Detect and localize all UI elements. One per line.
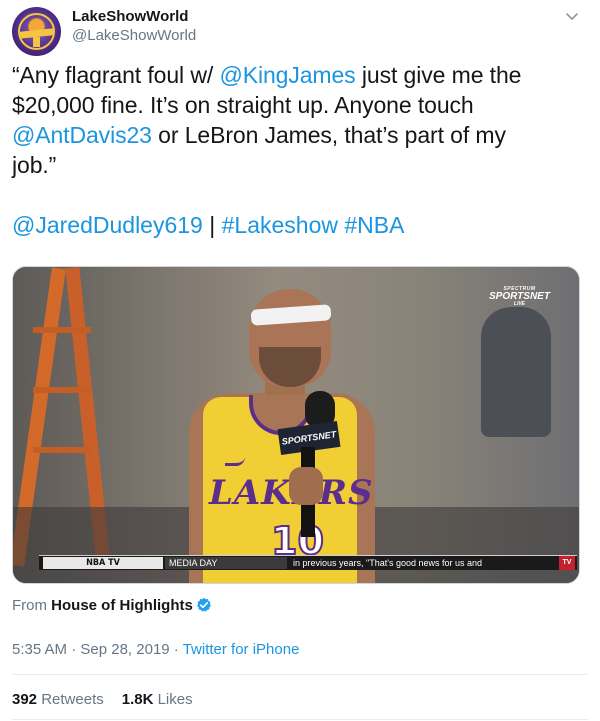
tweet-text: “Any flagrant foul w/ @KingJames just gi…: [12, 60, 587, 180]
meta-dot: ·: [67, 641, 81, 658]
news-ticker: NBA TV MEDIA DAY in previous years, "Tha…: [39, 555, 577, 570]
ticker-network: NBA TV: [43, 557, 163, 569]
tweet-line-1: “Any flagrant foul w/ @KingJames just gi…: [12, 60, 587, 90]
background-person: [481, 307, 551, 437]
author-handle[interactable]: @LakeShowWorld: [72, 27, 196, 44]
ticker-event: MEDIA DAY: [165, 557, 287, 569]
ladder-rung: [33, 447, 91, 453]
tweet-stats: 392 Retweets 1.8K Likes: [12, 691, 193, 708]
divider: [12, 674, 588, 675]
text-segment: $20,000 fine. It’s on straight up. Anyon…: [12, 92, 474, 118]
mention-antdavis23[interactable]: @AntDavis23: [12, 122, 152, 148]
retweets-label: Retweets: [41, 691, 104, 708]
verified-badge-icon: [196, 597, 211, 612]
hashtag-nba[interactable]: #NBA: [344, 212, 404, 238]
text-segment: “Any flagrant foul w/: [12, 62, 220, 88]
likes-count: 1.8K: [121, 691, 154, 708]
text-segment: just give me the: [355, 62, 522, 88]
author-name[interactable]: LakeShowWorld: [72, 8, 188, 25]
avatar[interactable]: [12, 7, 61, 56]
tweet-date[interactable]: Sep 28, 2019: [80, 641, 169, 658]
video-player[interactable]: LAKERS 10 SPORTSNET SPECTRUM SPORTSNET L…: [12, 266, 580, 584]
tweet-meta: 5:35 AM · Sep 28, 2019 · Twitter for iPh…: [12, 641, 299, 658]
ladder-rung: [33, 327, 91, 333]
text-segment: or LeBron James, that’s part of my: [151, 122, 506, 148]
tweet-line-4: job.”: [12, 150, 587, 180]
player-hand: [289, 467, 323, 505]
meta-dot: ·: [169, 641, 183, 658]
mention-jareddudley619[interactable]: @JaredDudley619: [12, 212, 203, 238]
ticker-text: in previous years, "That's good news for…: [293, 558, 483, 568]
tweet-client[interactable]: Twitter for iPhone: [183, 641, 300, 658]
caret-down-icon[interactable]: [563, 7, 581, 25]
divider: [12, 719, 588, 720]
retweets-stat[interactable]: 392 Retweets: [12, 691, 104, 708]
tweet-card: LakeShowWorld @LakeShowWorld “Any flagra…: [0, 0, 600, 721]
likes-label: Likes: [157, 691, 193, 708]
tag-separator: |: [202, 212, 222, 238]
ladder-rung: [33, 387, 91, 393]
video-source: From House of Highlights: [12, 597, 212, 614]
channel-logo: SPECTRUM SPORTSNET LIVE: [489, 287, 550, 307]
mention-kingjames[interactable]: @KingJames: [219, 62, 355, 88]
ticker-logo: TV: [559, 556, 575, 570]
tweet-time[interactable]: 5:35 AM: [12, 641, 67, 658]
tweet-line-2: $20,000 fine. It’s on straight up. Anyon…: [12, 90, 587, 120]
source-prefix: From: [12, 597, 52, 614]
likes-stat[interactable]: 1.8K Likes: [122, 691, 193, 708]
logo-sub: LIVE: [513, 301, 526, 307]
retweets-count: 392: [12, 691, 38, 708]
source-name[interactable]: House of Highlights: [51, 597, 193, 614]
tweet-line-3: @AntDavis23 or LeBron James, that’s part…: [12, 120, 587, 150]
text-segment: job.”: [12, 152, 57, 178]
hashtag-lakeshow[interactable]: #Lakeshow: [222, 212, 338, 238]
tweet-tags: @JaredDudley619 | #Lakeshow #NBA: [12, 210, 404, 240]
